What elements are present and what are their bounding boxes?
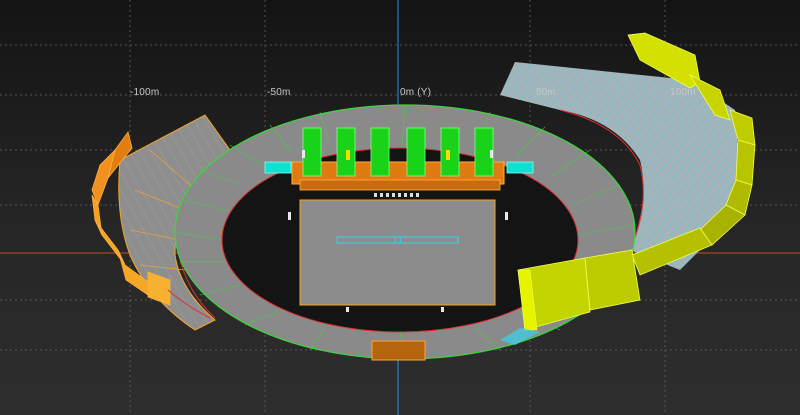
axis-label-100: 100m bbox=[670, 87, 696, 98]
axis-label-origin: 0m (Y) bbox=[400, 87, 432, 98]
3d-viewport[interactable]: -100m -50m 0m (Y) 50m 100m bbox=[0, 0, 800, 415]
axis-label-neg50: -50m bbox=[267, 87, 291, 98]
axis-label-neg100: -100m bbox=[130, 87, 160, 98]
left-teal-block[interactable] bbox=[264, 161, 292, 174]
axis-label-50: 50m bbox=[536, 87, 557, 98]
bottom-entrance-block[interactable] bbox=[371, 340, 426, 361]
playing-field[interactable] bbox=[299, 199, 496, 306]
stadium-scene[interactable] bbox=[0, 0, 800, 415]
right-teal-block[interactable] bbox=[506, 161, 534, 174]
